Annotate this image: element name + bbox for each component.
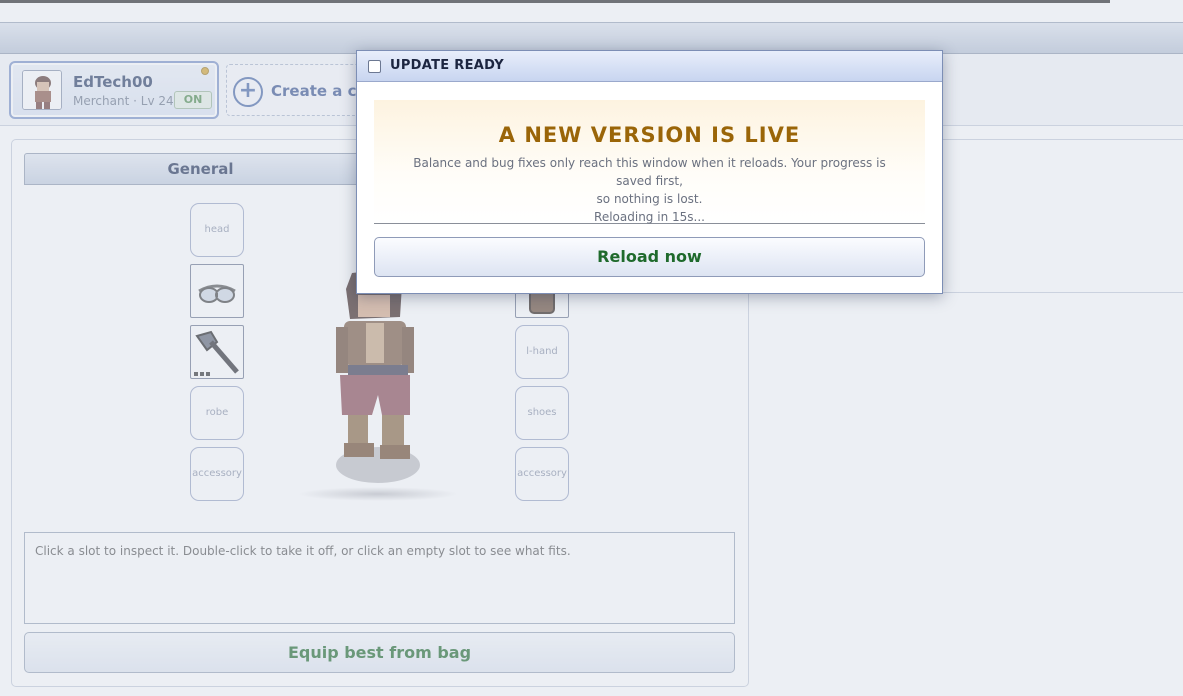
dialog-title: UPDATE READY: [390, 58, 505, 73]
reload-now-button[interactable]: Reload now: [374, 237, 925, 277]
notice-body: Balance and bug fixes only reach this wi…: [374, 154, 925, 226]
notice-heading: A NEW VERSION IS LIVE: [498, 123, 801, 147]
dialog-checkbox-icon[interactable]: [368, 60, 381, 73]
dialog-header: UPDATE READY: [357, 51, 942, 82]
update-ready-dialog: UPDATE READY A NEW VERSION IS LIVE Balan…: [356, 50, 943, 294]
update-notice: A NEW VERSION IS LIVE Balance and bug fi…: [374, 100, 925, 224]
reload-countdown: Reloading in 15s...: [594, 210, 705, 224]
notice-body-line2: so nothing is lost.: [596, 192, 703, 206]
notice-body-line1: Balance and bug fixes only reach this wi…: [413, 156, 886, 188]
